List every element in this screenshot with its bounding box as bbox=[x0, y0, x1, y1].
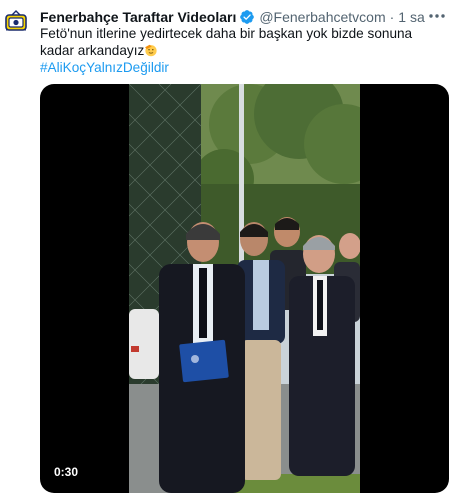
fenerbahce-tv-logo-icon bbox=[0, 6, 32, 38]
post-time[interactable]: 1 sa bbox=[398, 8, 424, 26]
tweet-text: Fetö'nun itlerine yedirtecek daha bir ba… bbox=[40, 25, 442, 59]
video-duration: 0:30 bbox=[50, 462, 83, 482]
saluting-face-emoji-icon bbox=[145, 44, 157, 57]
hashtag-link[interactable]: #AliKoçYalnızDeğildir bbox=[40, 59, 169, 76]
video-player[interactable]: 0:30 bbox=[40, 84, 449, 493]
tweet-text-content: Fetö'nun itlerine yedirtecek daha bir ba… bbox=[40, 26, 413, 58]
verified-badge-icon bbox=[240, 10, 255, 24]
separator-dot: · bbox=[389, 9, 395, 25]
more-options-icon[interactable] bbox=[426, 6, 448, 26]
tweet-header: Fenerbahçe Taraftar Videoları @Fenerbahc… bbox=[40, 8, 428, 26]
avatar[interactable] bbox=[0, 6, 32, 38]
author-handle[interactable]: @Fenerbahcetvcom bbox=[259, 8, 385, 26]
video-thumbnail bbox=[129, 84, 360, 493]
author-name[interactable]: Fenerbahçe Taraftar Videoları bbox=[40, 8, 236, 26]
tweet[interactable]: Fenerbahçe Taraftar Videoları @Fenerbahc… bbox=[0, 0, 458, 493]
